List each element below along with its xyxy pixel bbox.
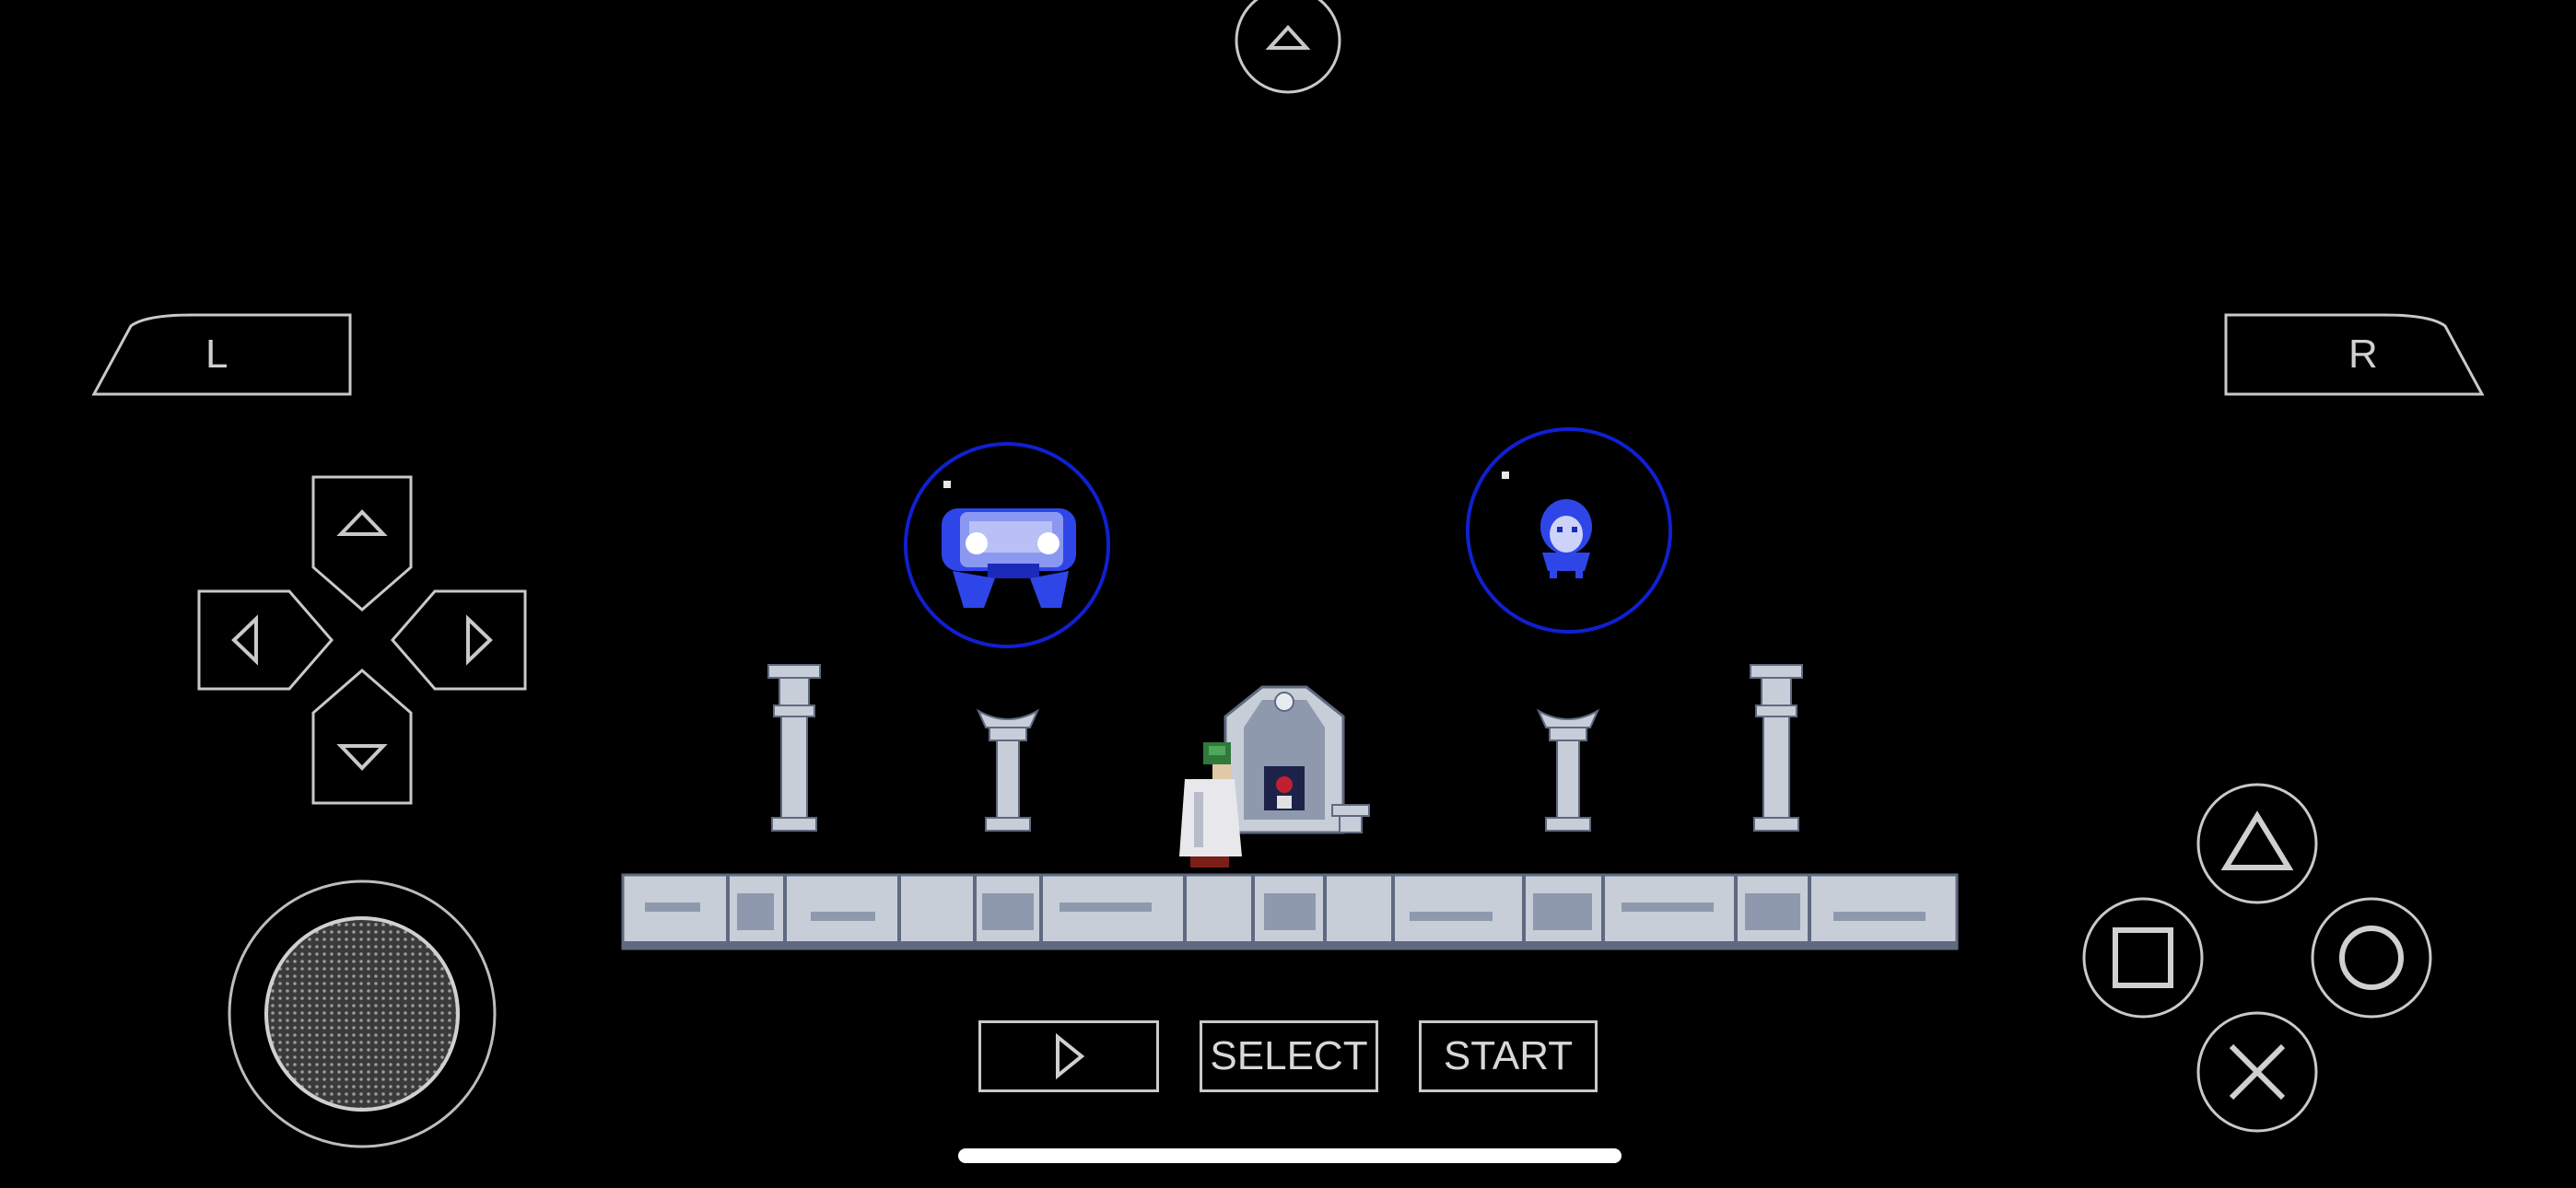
triangle-icon [2220, 810, 2294, 870]
square-button[interactable] [2082, 897, 2204, 1019]
chevron-up-icon [1265, 25, 1311, 50]
dpad [197, 475, 527, 805]
l-shoulder-button[interactable]: L [90, 311, 352, 398]
circle-button[interactable] [2311, 897, 2432, 1019]
play-button[interactable] [978, 1020, 1159, 1092]
arrow-right-icon [466, 614, 493, 666]
pillar-far-right [1750, 664, 1803, 832]
arrow-up-icon [336, 509, 388, 536]
dpad-down-button[interactable] [311, 669, 413, 805]
face-buttons [2082, 783, 2432, 1133]
r-label: R [2348, 332, 2378, 377]
game-scene [621, 427, 1959, 950]
l-label: L [205, 332, 228, 377]
play-icon [1056, 1033, 1085, 1079]
analog-stick[interactable] [225, 877, 499, 1151]
cross-icon [2229, 1043, 2286, 1101]
dpad-right-button[interactable] [391, 589, 527, 691]
dpad-left-button[interactable] [197, 589, 334, 691]
ghost-girl-sprite [1540, 499, 1592, 578]
arrow-left-icon [231, 614, 258, 666]
triangle-button[interactable] [2196, 783, 2318, 904]
circle-icon [2339, 926, 2404, 990]
pillar-left [976, 708, 1040, 832]
square-icon [2113, 927, 2173, 988]
menu-toggle-button[interactable] [1233, 0, 1343, 96]
start-button[interactable]: START [1419, 1020, 1598, 1092]
arrow-down-icon [336, 744, 388, 771]
shrine-statue [1224, 685, 1370, 834]
pillar-right [1536, 708, 1600, 832]
dpad-up-button[interactable] [311, 475, 413, 611]
select-button[interactable]: SELECT [1200, 1020, 1378, 1092]
home-indicator[interactable] [958, 1148, 1622, 1163]
cross-button[interactable] [2196, 1011, 2318, 1133]
portrait-bubble-right [1466, 427, 1672, 634]
portrait-bubble-left [904, 442, 1110, 648]
r-shoulder-button[interactable]: R [2224, 311, 2486, 398]
stone-floor [621, 873, 1959, 950]
pillar-far-left [767, 664, 821, 832]
